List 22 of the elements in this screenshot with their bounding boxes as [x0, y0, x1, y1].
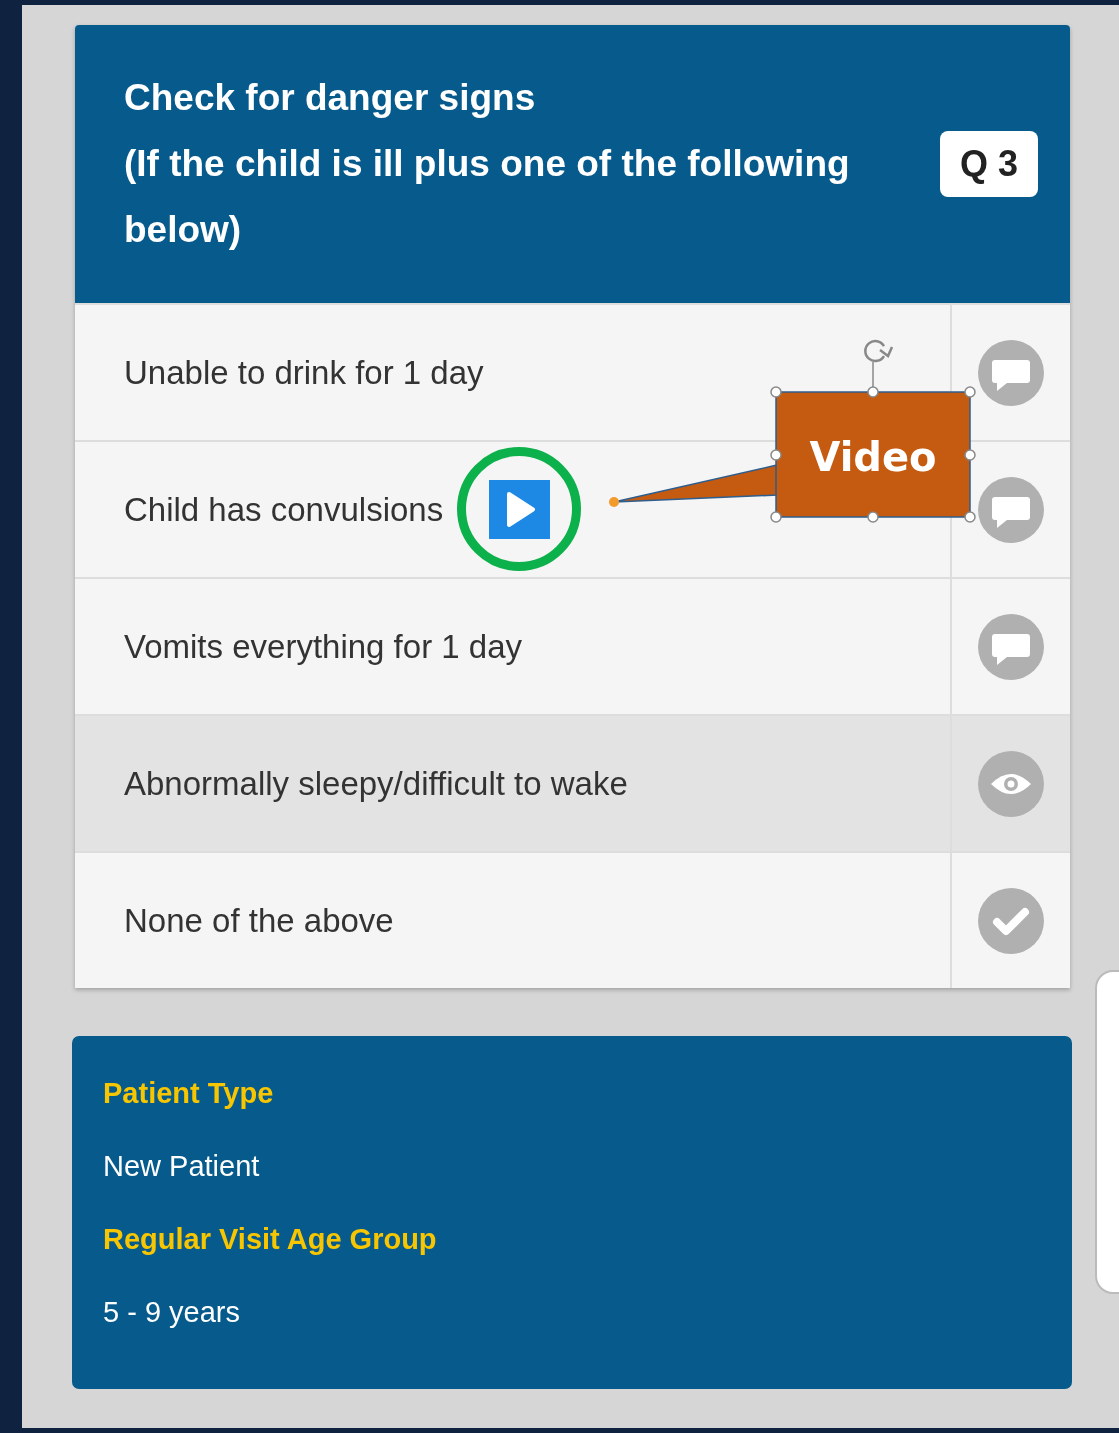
option-label: None of the above	[124, 901, 394, 940]
option-row[interactable]: Abnormally sleepy/difficult to wake	[75, 714, 1070, 851]
play-icon[interactable]	[488, 479, 550, 539]
option-row[interactable]: None of the above	[75, 851, 1070, 988]
option-label: Abnormally sleepy/difficult to wake	[124, 764, 628, 803]
option-label: Vomits everything for 1 day	[124, 627, 523, 666]
comment-icon[interactable]	[978, 339, 1044, 406]
selection-handles[interactable]	[770, 361, 976, 523]
rotate-icon[interactable]	[864, 339, 894, 363]
check-icon[interactable]	[978, 887, 1044, 954]
question-title: (If the child is ill plus one of the following below)	[124, 142, 851, 252]
field-value: 5 - 9 years	[103, 1296, 240, 1328]
question-title: Check for danger signs	[124, 76, 537, 120]
field-label: Regular Visit Age Group	[103, 1223, 437, 1255]
question-number: Q 3	[939, 131, 1038, 197]
field-value: New Patient	[103, 1150, 260, 1182]
field-label: Patient Type	[103, 1077, 274, 1109]
option-label: Unable to drink for 1 day	[124, 353, 484, 392]
comment-icon[interactable]	[978, 476, 1044, 543]
eye-icon[interactable]	[978, 750, 1044, 817]
option-label: Child has convulsions	[124, 490, 444, 529]
comment-icon[interactable]	[978, 613, 1044, 680]
